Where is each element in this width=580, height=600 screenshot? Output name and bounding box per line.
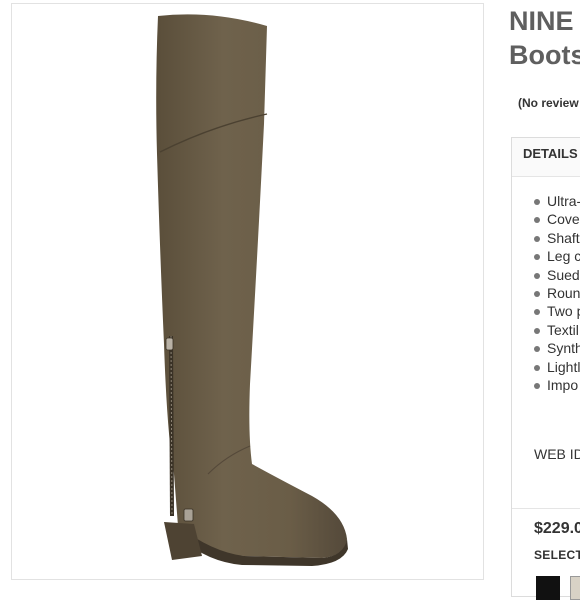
list-item: Cove <box>534 210 580 228</box>
list-item: Two p <box>534 302 580 320</box>
list-item: Synth <box>534 339 580 357</box>
details-panel: DETAILS Ultra- Cove Shaft Leg c Sued Rou… <box>511 137 580 600</box>
list-item: Shaft <box>534 229 580 247</box>
list-item: Leg c <box>534 247 580 265</box>
details-tab-bar: DETAILS <box>512 138 580 177</box>
list-item: Impo <box>534 376 580 394</box>
list-item: Roun <box>534 284 580 302</box>
product-image-frame[interactable] <box>11 3 484 580</box>
list-item: Sued <box>534 266 580 284</box>
tab-details[interactable]: DETAILS <box>523 146 578 161</box>
price: $229.0 <box>534 520 580 537</box>
product-image[interactable] <box>12 4 484 580</box>
list-item: Textil <box>534 321 580 339</box>
product-title: NINE Boots <box>509 6 580 70</box>
reviews-link[interactable]: (No review <box>518 96 579 110</box>
select-color-label: SELECT <box>534 548 580 562</box>
details-list: Ultra- Cove Shaft Leg c Sued Roun Two p … <box>534 192 580 394</box>
list-item: Ultra- <box>534 192 580 210</box>
web-id-label: WEB ID <box>534 446 580 462</box>
divider <box>512 508 580 509</box>
list-item: Lightl <box>534 358 580 376</box>
boot-illustration <box>156 14 348 566</box>
